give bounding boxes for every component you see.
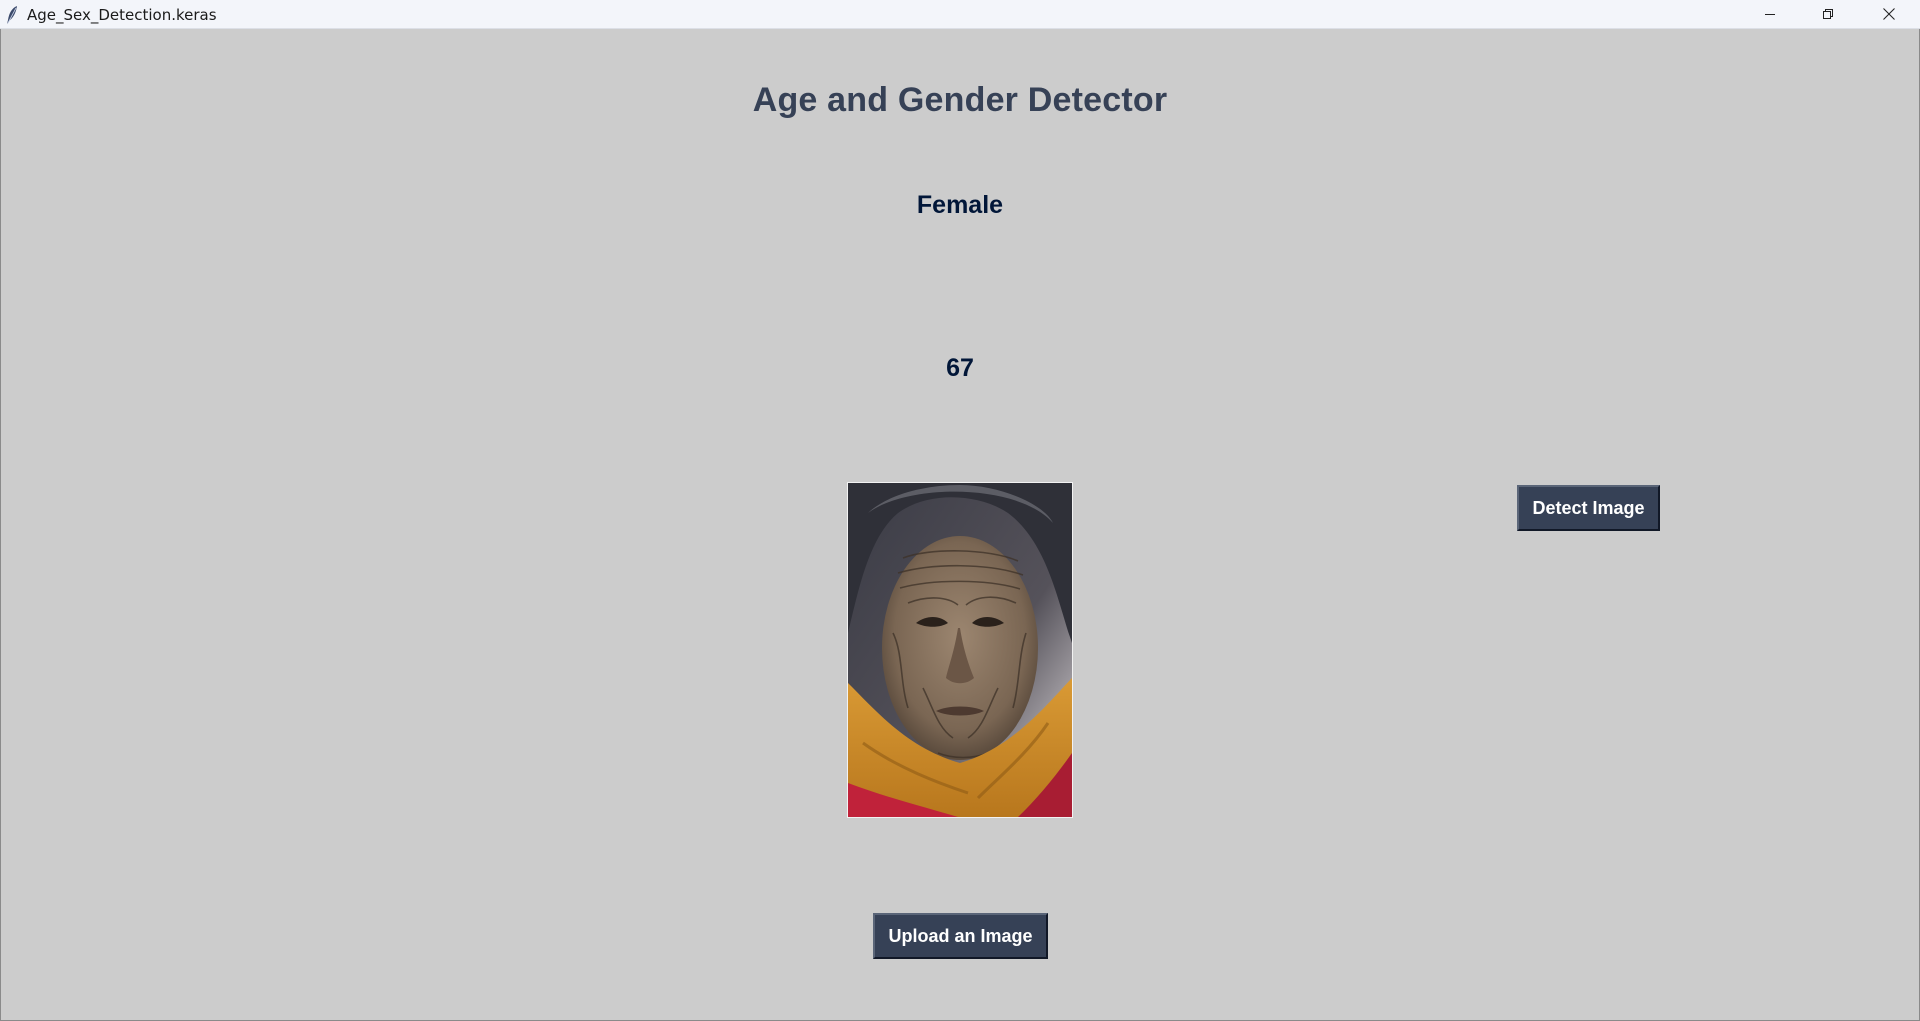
close-icon xyxy=(1882,8,1895,20)
app-window: Age and Gender Detector Female 67 Detect… xyxy=(0,29,1920,1021)
feather-icon xyxy=(7,6,17,24)
restore-icon xyxy=(1823,9,1833,19)
window-titlebar: Age_Sex_Detection.keras xyxy=(0,0,1920,29)
page-title: Age and Gender Detector xyxy=(752,81,1168,119)
age-result: 67 xyxy=(946,354,974,382)
minimize-button[interactable] xyxy=(1741,0,1799,28)
gender-result: Female xyxy=(916,191,1004,219)
window-title: Age_Sex_Detection.keras xyxy=(27,6,217,24)
detect-image-button[interactable]: Detect Image xyxy=(1517,485,1660,531)
restore-button[interactable] xyxy=(1799,0,1857,28)
upload-image-button[interactable]: Upload an Image xyxy=(873,913,1048,959)
uploaded-photo xyxy=(847,482,1073,818)
portrait-image xyxy=(848,483,1072,817)
close-button[interactable] xyxy=(1857,0,1920,28)
minimize-icon xyxy=(1765,14,1775,15)
